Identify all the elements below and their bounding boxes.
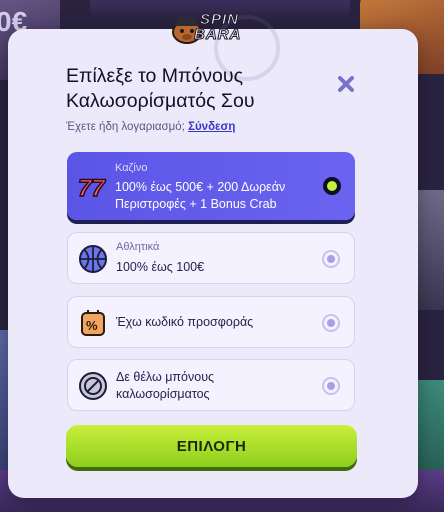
bonus-option-no-bonus[interactable]: Δε θέλω μπόνους καλωσορίσματος [67, 359, 355, 411]
no-bonus-icon [79, 372, 107, 400]
option-text: 100% έως 100€ [116, 260, 205, 274]
spinbara-logo: SPIN BARA [170, 12, 276, 46]
svg-text:%: % [86, 318, 98, 333]
basketball-icon [79, 245, 107, 273]
option-radio[interactable] [322, 250, 340, 268]
option-radio[interactable] [322, 377, 340, 395]
promo-tag-icon: % [81, 310, 105, 336]
option-text: 100% έως 500€ + 200 Δωρεάν Περιστροφές +… [115, 180, 286, 211]
logo-text-bottom: BARA [193, 26, 242, 43]
modal-title: Επίλεξε το Μπόνους Καλωσορίσματός Σου [66, 65, 255, 112]
bonus-option-casino[interactable]: 77 Καζίνο 100% έως 500€ + 200 Δωρεάν Περ… [67, 152, 355, 220]
login-link[interactable]: Σύνδεση [188, 121, 235, 133]
logo-text-top: SPIN [199, 11, 240, 28]
option-text: Δε θέλω μπόνους καλωσορίσματος [116, 370, 215, 401]
close-button[interactable] [335, 73, 357, 95]
option-category: Καζίνο [115, 162, 148, 174]
slot-777-icon: 77 [77, 174, 107, 203]
close-icon [338, 76, 354, 92]
bonus-option-promo-code[interactable]: % Έχω κωδικό προσφοράς [67, 296, 355, 348]
login-prompt: Έχετε ήδη λογαριασμό; Σύνδεση [66, 121, 235, 133]
option-text: Έχω κωδικό προσφοράς [116, 315, 254, 329]
option-radio-selected[interactable] [323, 177, 341, 195]
svg-text:77: 77 [78, 175, 106, 202]
option-radio[interactable] [322, 314, 340, 332]
option-category: Αθλητικά [116, 241, 160, 253]
login-prompt-text: Έχετε ήδη λογαριασμό; [66, 121, 185, 133]
select-bonus-button[interactable]: ΕΠΙΛΟΓΗ [66, 425, 357, 467]
bonus-option-sports[interactable]: Αθλητικά 100% έως 100€ [67, 232, 355, 284]
